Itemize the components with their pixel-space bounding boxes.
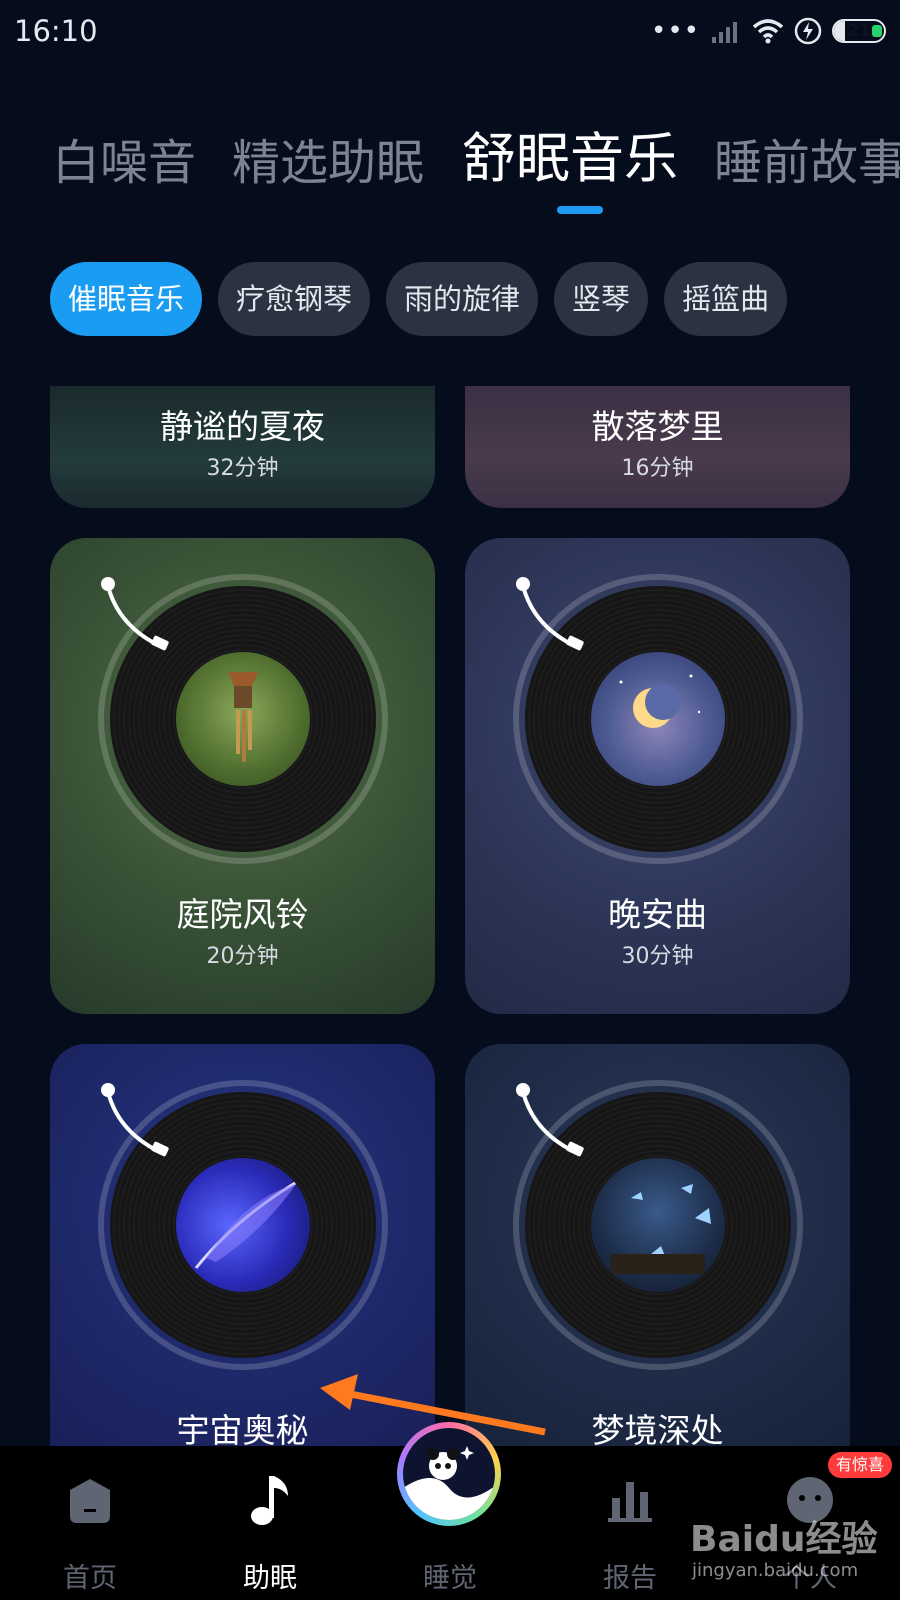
nav-report[interactable]: 报告 — [570, 1446, 690, 1600]
chip-harp[interactable]: 竖琴 — [554, 262, 649, 336]
track-duration: 20分钟 — [206, 944, 279, 969]
track-duration: 16分钟 — [621, 456, 694, 481]
music-note-icon — [251, 1476, 288, 1525]
nav-label: 睡觉 — [423, 1563, 477, 1594]
track-card[interactable]: 散落梦里 16分钟 — [465, 386, 850, 508]
charging-icon — [794, 17, 822, 45]
status-bar: 16:10 ••• 21 — [0, 0, 900, 62]
nav-label: 首页 — [63, 1563, 117, 1594]
album-art-feather — [176, 1158, 310, 1292]
chip-healing-piano[interactable]: 疗愈钢琴 — [218, 262, 371, 336]
feather-icon — [194, 1178, 301, 1269]
track-title: 散落梦里 — [591, 407, 724, 446]
track-card[interactable]: 晚安曲 30分钟 — [465, 538, 850, 1014]
track-duration: 32分钟 — [206, 456, 279, 481]
vinyl-record — [98, 574, 388, 864]
chip-rain-melody[interactable]: 雨的旋律 — [386, 262, 539, 336]
sleep-center-button[interactable] — [397, 1422, 501, 1526]
status-time: 16:10 — [14, 14, 98, 48]
watermark-url: jingyan.baidu.com — [692, 1560, 859, 1581]
wind-chime-icon — [228, 672, 258, 762]
vinyl-record — [513, 574, 803, 864]
chip-hypnotic-music[interactable]: 催眠音乐 — [50, 262, 203, 336]
nav-label: 报告 — [603, 1563, 657, 1594]
tonearm-icon — [516, 1083, 584, 1157]
watermark-brand: Baidu经验 — [690, 1519, 878, 1560]
nav-home[interactable]: 首页 — [30, 1446, 150, 1600]
subcategory-chips: 催眠音乐 疗愈钢琴 雨的旋律 竖琴 摇篮曲 — [50, 262, 788, 336]
more-dots-icon: ••• — [650, 16, 700, 46]
track-title: 庭院风铃 — [176, 895, 309, 934]
status-icons: ••• 21 — [651, 16, 886, 46]
signal-icon — [712, 22, 737, 43]
crescent-moon-icon — [619, 674, 701, 728]
tab-sleep-music[interactable]: 舒眠音乐 — [462, 128, 678, 194]
panda-moon-icon — [403, 1428, 495, 1520]
battery-icon: 21 — [832, 19, 886, 43]
wifi-icon — [752, 19, 784, 44]
chip-lullaby[interactable]: 摇篮曲 — [664, 262, 788, 336]
vinyl-record — [513, 1080, 803, 1370]
tab-indicator — [557, 206, 603, 214]
tab-white-noise[interactable]: 白噪音 — [52, 128, 196, 198]
home-icon — [70, 1479, 110, 1523]
album-art-butterflies — [591, 1158, 725, 1292]
butterfly-icon — [611, 1184, 711, 1274]
track-duration: 30分钟 — [621, 944, 694, 969]
tonearm-icon — [101, 577, 169, 651]
tab-selected-sleep[interactable]: 精选助眠 — [232, 128, 424, 198]
vinyl-record — [98, 1080, 388, 1370]
tonearm-icon — [101, 1083, 169, 1157]
album-art-moon — [591, 652, 725, 786]
category-tabs: 白噪音 精选助眠 舒眠音乐 睡前故事 — [0, 128, 900, 218]
surprise-badge[interactable]: 有惊喜 — [828, 1452, 893, 1478]
battery-level: 21 — [847, 21, 871, 41]
track-title: 晚安曲 — [608, 895, 707, 934]
tonearm-icon — [516, 577, 584, 651]
bar-chart-icon — [608, 1482, 652, 1522]
tab-bedtime-stories[interactable]: 睡前故事 — [714, 128, 900, 198]
nav-sleep-aid[interactable]: 助眠 — [210, 1446, 330, 1600]
nav-label: 助眠 — [243, 1563, 297, 1594]
track-title: 静谧的夏夜 — [160, 407, 325, 446]
track-card[interactable]: 静谧的夏夜 32分钟 — [50, 386, 435, 508]
track-card[interactable]: 庭院风铃 20分钟 — [50, 538, 435, 1014]
album-art-wind-chime — [176, 652, 310, 786]
